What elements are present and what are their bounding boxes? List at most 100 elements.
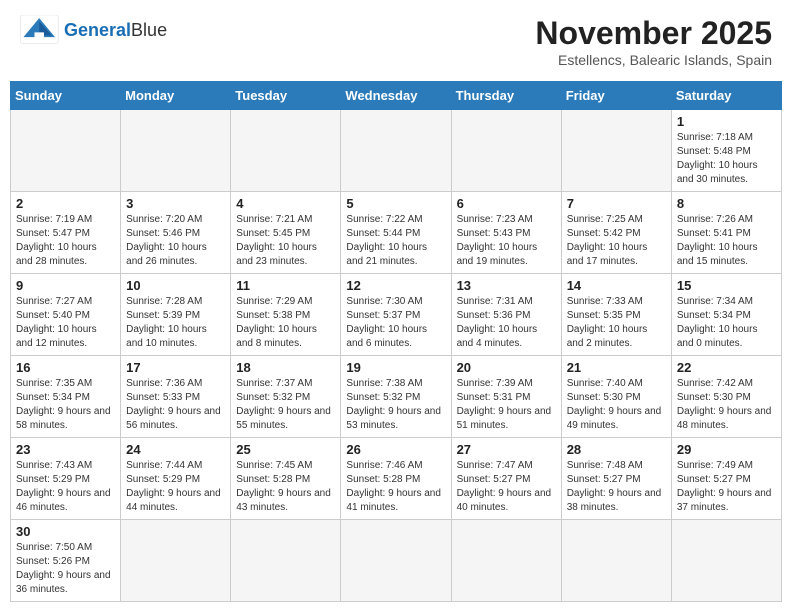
day-header-wednesday: Wednesday [341, 82, 451, 110]
calendar-cell: 28 Sunrise: 7:48 AM Sunset: 5:27 PM Dayli… [561, 438, 671, 520]
day-info: Sunrise: 7:50 AM Sunset: 5:26 PM Dayligh… [16, 541, 115, 597]
day-number: 28 [567, 442, 666, 457]
day-number: 16 [16, 360, 115, 375]
day-number: 30 [16, 524, 115, 539]
day-number: 13 [457, 278, 556, 293]
day-header-thursday: Thursday [451, 82, 561, 110]
calendar-cell: 23 Sunrise: 7:43 AM Sunset: 5:29 PM Dayli… [11, 438, 121, 520]
day-number: 14 [567, 278, 666, 293]
day-info: Sunrise: 7:44 AM Sunset: 5:29 PM Dayligh… [126, 459, 225, 515]
header: GeneralBlue November 2025 Estellencs, Ba… [10, 10, 782, 73]
calendar-cell [121, 110, 231, 192]
day-number: 22 [677, 360, 776, 375]
day-info: Sunrise: 7:22 AM Sunset: 5:44 PM Dayligh… [346, 213, 445, 269]
calendar-cell: 4 Sunrise: 7:21 AM Sunset: 5:45 PM Daylig… [231, 192, 341, 274]
day-number: 24 [126, 442, 225, 457]
location-title: Estellencs, Balearic Islands, Spain [535, 52, 772, 68]
calendar-cell: 3 Sunrise: 7:20 AM Sunset: 5:46 PM Daylig… [121, 192, 231, 274]
calendar-cell: 19 Sunrise: 7:38 AM Sunset: 5:32 PM Dayli… [341, 356, 451, 438]
day-info: Sunrise: 7:40 AM Sunset: 5:30 PM Dayligh… [567, 377, 666, 433]
day-info: Sunrise: 7:36 AM Sunset: 5:33 PM Dayligh… [126, 377, 225, 433]
day-number: 1 [677, 114, 776, 129]
calendar-cell [121, 520, 231, 602]
calendar-week-6: 30 Sunrise: 7:50 AM Sunset: 5:26 PM Dayli… [11, 520, 782, 602]
calendar-cell: 21 Sunrise: 7:40 AM Sunset: 5:30 PM Dayli… [561, 356, 671, 438]
calendar-cell: 9Sunrise: 7:27 AM Sunset: 5:40 PM Daylig… [11, 274, 121, 356]
calendar-cell [231, 520, 341, 602]
day-number: 18 [236, 360, 335, 375]
calendar-cell [671, 520, 781, 602]
calendar-cell: 10Sunrise: 7:28 AM Sunset: 5:39 PM Dayli… [121, 274, 231, 356]
day-info: Sunrise: 7:46 AM Sunset: 5:28 PM Dayligh… [346, 459, 445, 515]
calendar-cell [561, 110, 671, 192]
calendar-cell [451, 520, 561, 602]
calendar-cell: 24 Sunrise: 7:44 AM Sunset: 5:29 PM Dayli… [121, 438, 231, 520]
day-info: Sunrise: 7:48 AM Sunset: 5:27 PM Dayligh… [567, 459, 666, 515]
calendar-cell [341, 110, 451, 192]
day-number: 23 [16, 442, 115, 457]
day-info: Sunrise: 7:45 AM Sunset: 5:28 PM Dayligh… [236, 459, 335, 515]
calendar-cell [11, 110, 121, 192]
days-header-row: SundayMondayTuesdayWednesdayThursdayFrid… [11, 82, 782, 110]
day-number: 4 [236, 196, 335, 211]
calendar-cell: 27 Sunrise: 7:47 AM Sunset: 5:27 PM Dayli… [451, 438, 561, 520]
day-info: Sunrise: 7:18 AM Sunset: 5:48 PM Dayligh… [677, 131, 776, 187]
day-number: 25 [236, 442, 335, 457]
day-info: Sunrise: 7:29 AM Sunset: 5:38 PM Dayligh… [236, 295, 335, 351]
day-info: Sunrise: 7:39 AM Sunset: 5:31 PM Dayligh… [457, 377, 556, 433]
day-info: Sunrise: 7:20 AM Sunset: 5:46 PM Dayligh… [126, 213, 225, 269]
day-info: Sunrise: 7:38 AM Sunset: 5:32 PM Dayligh… [346, 377, 445, 433]
calendar-cell: 18 Sunrise: 7:37 AM Sunset: 5:32 PM Dayli… [231, 356, 341, 438]
calendar-week-5: 23 Sunrise: 7:43 AM Sunset: 5:29 PM Dayli… [11, 438, 782, 520]
day-info: Sunrise: 7:28 AM Sunset: 5:39 PM Dayligh… [126, 295, 225, 351]
day-header-saturday: Saturday [671, 82, 781, 110]
calendar-cell: 5Sunrise: 7:22 AM Sunset: 5:44 PM Daylig… [341, 192, 451, 274]
calendar: SundayMondayTuesdayWednesdayThursdayFrid… [10, 81, 782, 602]
day-number: 17 [126, 360, 225, 375]
day-info: Sunrise: 7:31 AM Sunset: 5:36 PM Dayligh… [457, 295, 556, 351]
day-info: Sunrise: 7:33 AM Sunset: 5:35 PM Dayligh… [567, 295, 666, 351]
calendar-week-4: 16 Sunrise: 7:35 AM Sunset: 5:34 PM Dayli… [11, 356, 782, 438]
calendar-cell [231, 110, 341, 192]
calendar-cell: 6Sunrise: 7:23 AM Sunset: 5:43 PM Daylig… [451, 192, 561, 274]
calendar-cell: 16 Sunrise: 7:35 AM Sunset: 5:34 PM Dayli… [11, 356, 121, 438]
calendar-cell: 17 Sunrise: 7:36 AM Sunset: 5:33 PM Dayli… [121, 356, 231, 438]
calendar-cell: 13 Sunrise: 7:31 AM Sunset: 5:36 PM Dayli… [451, 274, 561, 356]
day-number: 3 [126, 196, 225, 211]
logo-text: GeneralBlue [64, 20, 167, 41]
day-info: Sunrise: 7:34 AM Sunset: 5:34 PM Dayligh… [677, 295, 776, 351]
day-number: 19 [346, 360, 445, 375]
day-info: Sunrise: 7:25 AM Sunset: 5:42 PM Dayligh… [567, 213, 666, 269]
calendar-cell: 1 Sunrise: 7:18 AM Sunset: 5:48 PM Daylig… [671, 110, 781, 192]
logo-icon [20, 15, 60, 45]
calendar-week-2: 2Sunrise: 7:19 AM Sunset: 5:47 PM Daylig… [11, 192, 782, 274]
day-info: Sunrise: 7:35 AM Sunset: 5:34 PM Dayligh… [16, 377, 115, 433]
calendar-cell: 11Sunrise: 7:29 AM Sunset: 5:38 PM Dayli… [231, 274, 341, 356]
calendar-cell: 30 Sunrise: 7:50 AM Sunset: 5:26 PM Dayli… [11, 520, 121, 602]
day-number: 9 [16, 278, 115, 293]
month-title: November 2025 [535, 15, 772, 52]
day-number: 26 [346, 442, 445, 457]
calendar-cell: 14 Sunrise: 7:33 AM Sunset: 5:35 PM Dayli… [561, 274, 671, 356]
calendar-header: SundayMondayTuesdayWednesdayThursdayFrid… [11, 82, 782, 110]
calendar-cell: 25 Sunrise: 7:45 AM Sunset: 5:28 PM Dayli… [231, 438, 341, 520]
day-number: 2 [16, 196, 115, 211]
title-area: November 2025 Estellencs, Balearic Islan… [535, 15, 772, 68]
day-number: 29 [677, 442, 776, 457]
day-number: 27 [457, 442, 556, 457]
day-info: Sunrise: 7:30 AM Sunset: 5:37 PM Dayligh… [346, 295, 445, 351]
day-number: 7 [567, 196, 666, 211]
day-info: Sunrise: 7:37 AM Sunset: 5:32 PM Dayligh… [236, 377, 335, 433]
calendar-cell [341, 520, 451, 602]
day-info: Sunrise: 7:49 AM Sunset: 5:27 PM Dayligh… [677, 459, 776, 515]
calendar-week-1: 1 Sunrise: 7:18 AM Sunset: 5:48 PM Daylig… [11, 110, 782, 192]
day-number: 12 [346, 278, 445, 293]
day-info: Sunrise: 7:43 AM Sunset: 5:29 PM Dayligh… [16, 459, 115, 515]
day-number: 6 [457, 196, 556, 211]
day-info: Sunrise: 7:42 AM Sunset: 5:30 PM Dayligh… [677, 377, 776, 433]
day-number: 21 [567, 360, 666, 375]
day-info: Sunrise: 7:47 AM Sunset: 5:27 PM Dayligh… [457, 459, 556, 515]
day-info: Sunrise: 7:21 AM Sunset: 5:45 PM Dayligh… [236, 213, 335, 269]
day-number: 8 [677, 196, 776, 211]
calendar-cell [561, 520, 671, 602]
